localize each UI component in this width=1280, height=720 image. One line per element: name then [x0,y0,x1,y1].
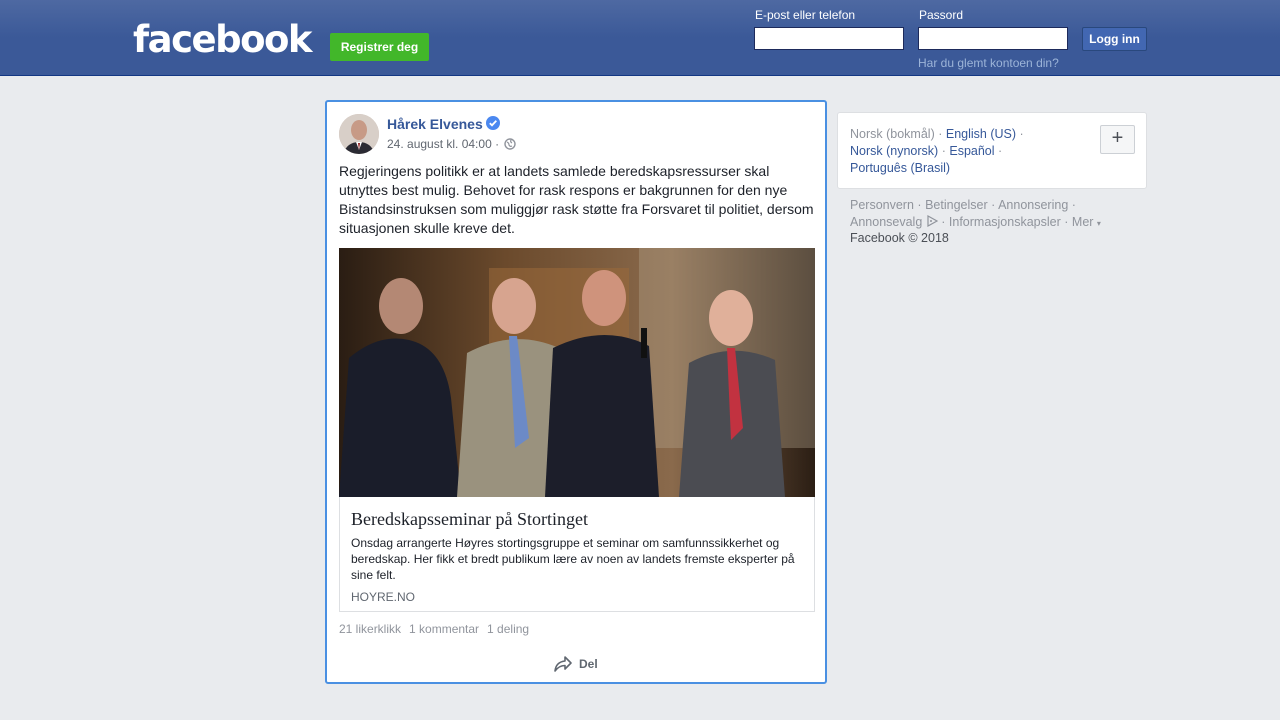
verified-badge-icon [486,116,500,130]
register-button[interactable]: Registrer deg [330,33,429,61]
ad-choices-label: Annonsevalg [850,215,923,229]
language-current: Norsk (bokmål) [850,127,935,141]
separator: · [991,198,996,212]
likes-count[interactable]: 21 likerklikk [339,622,401,636]
avatar[interactable] [339,114,379,154]
copyright: Facebook © 2018 [850,231,949,245]
language-espanol[interactable]: Español [949,144,994,158]
separator: · [941,215,946,229]
ad-choices-icon [927,214,939,228]
separator: · [1064,215,1069,229]
footer-link-more[interactable]: Mer ▾ [1072,215,1101,229]
language-norsk-nynorsk[interactable]: Norsk (nynorsk) [850,144,938,158]
password-label: Passord [919,8,964,22]
post-stats: 21 likerklikk 1 kommentar 1 deling [339,622,529,636]
link-preview-card[interactable]: Beredskapsseminar på Stortinget Onsdag a… [339,248,815,612]
language-list: Norsk (bokmål) · English (US) · Norsk (n… [850,126,1095,177]
login-button[interactable]: Logg inn [1082,27,1147,51]
add-language-button[interactable]: + [1100,125,1135,154]
footer-link-terms[interactable]: Betingelser [925,198,988,212]
post-meta: 24. august kl. 04:00 · [387,137,516,151]
caret-down-icon: ▾ [1096,219,1101,228]
footer-links: Personvern · Betingelser · Annonsering ·… [850,197,1140,232]
link-title[interactable]: Beredskapsseminar på Stortinget [351,509,588,530]
separator: · [938,127,943,141]
footer-link-privacy[interactable]: Personvern [850,198,914,212]
link-description: Onsdag arrangerte Høyres stortingsgruppe… [351,536,795,582]
password-input[interactable] [918,27,1068,50]
more-label: Mer [1071,215,1094,229]
separator: · [941,144,946,158]
separator: · [1019,127,1024,141]
share-arrow-icon [553,655,573,673]
author-name-link[interactable]: Hårek Elvenes [387,116,483,132]
share-label: Del [579,657,598,671]
globe-icon [504,138,516,150]
top-bar: facebook Registrer deg E-post eller tele… [0,0,1280,76]
facebook-logo[interactable]: facebook [133,18,313,62]
forgot-account-link[interactable]: Har du glemt kontoen din? [918,56,1059,70]
footer-link-advertising[interactable]: Annonsering [998,198,1068,212]
separator: · [917,198,922,212]
footer-link-cookies[interactable]: Informasjonskapsler [949,215,1061,229]
separator: · [1071,198,1076,212]
post-timestamp-link[interactable]: 24. august kl. 04:00 · [387,137,499,151]
email-input[interactable] [754,27,904,50]
language-english-us[interactable]: English (US) [946,127,1016,141]
link-domain: HOYRE.NO [351,590,416,604]
plus-icon: + [1111,127,1124,149]
post-card: Hårek Elvenes 24. august kl. 04:00 · Reg… [325,100,827,684]
share-button[interactable]: Del [553,652,598,676]
email-label: E-post eller telefon [755,8,856,22]
footer-link-ad-choices[interactable]: Annonsevalg [850,214,939,229]
post-text: Regjeringens politikk er at landets saml… [339,163,814,236]
comments-count[interactable]: 1 kommentar [409,622,479,636]
shares-count[interactable]: 1 deling [487,622,529,636]
language-portugues-brasil[interactable]: Português (Brasil) [850,161,950,175]
link-preview-image[interactable] [339,248,815,497]
language-selector: Norsk (bokmål) · English (US) · Norsk (n… [837,112,1147,189]
separator: · [998,144,1003,158]
